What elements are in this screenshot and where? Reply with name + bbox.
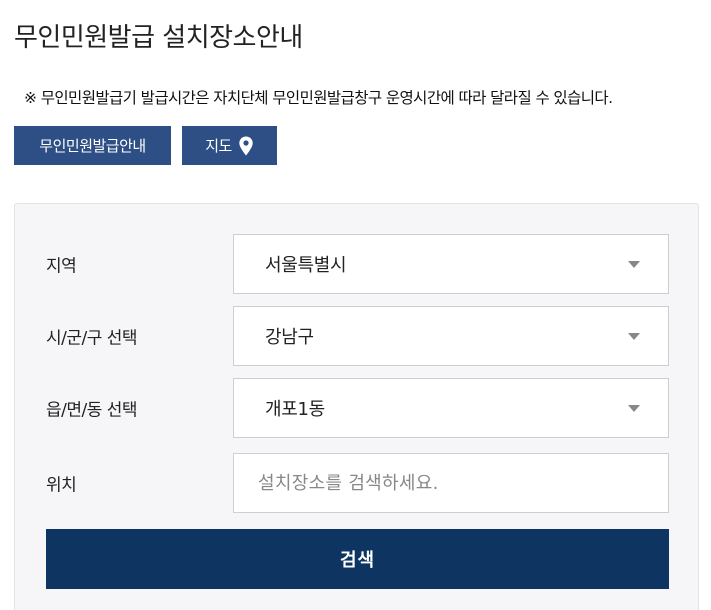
location-row: 위치 bbox=[15, 453, 698, 513]
caret-down-icon bbox=[628, 261, 640, 268]
map-pin-icon bbox=[238, 136, 254, 156]
town-select[interactable]: 개포1동 bbox=[233, 378, 669, 438]
district-label: 시/군/구 선택 bbox=[46, 328, 138, 349]
page-title: 무인민원발급 설치장소안내 bbox=[14, 23, 303, 53]
notice-text: ※ 무인민원발급기 발급시간은 자치단체 무인민원발급창구 운영시간에 따라 달… bbox=[24, 89, 613, 107]
region-label: 지역 bbox=[46, 256, 77, 277]
location-label: 위치 bbox=[46, 475, 77, 496]
search-button-label: 검색 bbox=[339, 550, 376, 571]
map-button-label: 지도 bbox=[205, 137, 232, 155]
caret-down-icon bbox=[628, 405, 640, 412]
search-panel: 지역 서울특별시 시/군/구 선택 강남구 읍/면/동 선택 개포1동 위치 검… bbox=[14, 203, 699, 610]
district-select[interactable]: 강남구 bbox=[233, 306, 669, 366]
town-select-value: 개포1동 bbox=[265, 399, 325, 420]
guide-button[interactable]: 무인민원발급안내 bbox=[14, 126, 171, 165]
guide-button-label: 무인민원발급안내 bbox=[39, 137, 146, 155]
region-select[interactable]: 서울특별시 bbox=[233, 234, 669, 294]
district-row: 시/군/구 선택 강남구 bbox=[15, 306, 698, 366]
region-row: 지역 서울특별시 bbox=[15, 234, 698, 294]
map-button[interactable]: 지도 bbox=[182, 126, 277, 165]
district-select-value: 강남구 bbox=[265, 327, 314, 348]
top-button-row: 무인민원발급안내 지도 bbox=[14, 126, 277, 165]
search-button[interactable]: 검색 bbox=[46, 529, 669, 589]
caret-down-icon bbox=[628, 333, 640, 340]
location-search-input[interactable] bbox=[233, 453, 669, 513]
region-select-value: 서울특별시 bbox=[265, 255, 347, 276]
town-row: 읍/면/동 선택 개포1동 bbox=[15, 378, 698, 438]
town-label: 읍/면/동 선택 bbox=[46, 400, 138, 421]
